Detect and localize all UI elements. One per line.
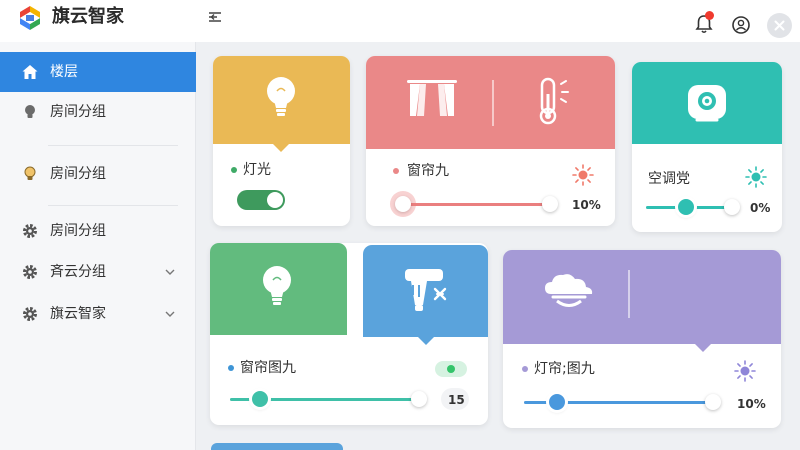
top-bar: 旗云智家 (0, 0, 800, 42)
sidebar-item-label: 斉云分组 (50, 264, 106, 280)
status-dot (228, 365, 234, 371)
slider-start-knob[interactable] (395, 196, 411, 212)
close-button[interactable] (767, 13, 792, 38)
card-notch (418, 337, 434, 345)
lightbulb-icon (25, 105, 35, 118)
sidebar: 楼层 房间分组 房间分组 房间分组 斉云分组 旗云智家 (0, 42, 196, 450)
sidebar-item-label: 房间分组 (50, 104, 106, 120)
notification-badge (705, 11, 714, 20)
card-title: 灯光 (243, 162, 271, 178)
curtain-icon (407, 80, 457, 116)
card-header (213, 56, 350, 144)
slider-knob[interactable] (411, 391, 427, 407)
sidebar-item-room-group-3[interactable]: 房间分组 (0, 211, 196, 251)
sidebar-item-label: 旗云智家 (50, 306, 106, 322)
app-title: 旗云智家 (52, 6, 124, 27)
slider-knob[interactable] (705, 394, 721, 410)
card-notch (695, 344, 711, 352)
toggle-knob (267, 192, 283, 208)
sidebar-item-floor[interactable]: 楼层 (0, 52, 196, 92)
card-header-right (363, 245, 488, 337)
webcam-icon (688, 85, 726, 122)
card-header (366, 56, 615, 149)
sidebar-item-label: 房间分组 (50, 166, 106, 182)
header-divider (628, 270, 630, 318)
device-card-cloud-curtain[interactable]: 灯帘;图九 10% (503, 250, 781, 428)
device-card-light-dryer[interactable]: 窗帘图九 15% (210, 243, 488, 425)
device-card-partial[interactable] (211, 443, 343, 450)
gear-icon (23, 224, 37, 238)
level-value: 0% (750, 201, 771, 215)
sidebar-divider (48, 205, 178, 206)
sidebar-item-room-group-1[interactable]: 房间分组 (0, 92, 196, 132)
card-header (503, 250, 781, 344)
card-title: 窗帘九 (407, 163, 449, 179)
sidebar-item-label: 楼层 (50, 64, 78, 80)
card-title: 窗帘图九 (240, 360, 296, 376)
lightbulb-icon (267, 77, 295, 116)
sidebar-item-smart-home[interactable]: 旗云智家 (0, 294, 196, 334)
sun-icon (572, 164, 594, 186)
card-title: 空调党 (648, 171, 690, 187)
menu-collapse-icon[interactable] (206, 8, 224, 26)
card-notch (273, 144, 289, 152)
sidebar-divider (48, 145, 178, 146)
close-icon (774, 20, 785, 31)
sidebar-item-room-group-2[interactable]: 房间分组 (0, 154, 196, 194)
slider-mid-knob[interactable] (678, 199, 694, 215)
thermometer-icon (539, 77, 569, 125)
chevron-down-icon (165, 311, 175, 317)
level-value: 10% (572, 198, 601, 212)
level-slider-fill (400, 203, 550, 206)
hair-dryer-icon (405, 269, 447, 311)
header-divider (492, 80, 494, 126)
card-header (632, 62, 782, 144)
sun-icon (745, 166, 767, 188)
chevron-down-icon (165, 269, 175, 275)
lightbulb-icon (263, 266, 291, 305)
device-card-light[interactable]: 灯光 (213, 56, 350, 226)
status-dot (231, 167, 237, 173)
sidebar-item-label: 房间分组 (50, 223, 106, 239)
slider-mid-knob[interactable] (549, 394, 565, 410)
power-toggle[interactable] (237, 190, 285, 210)
status-dot (393, 168, 399, 174)
slider-knob[interactable] (724, 199, 740, 215)
gear-icon (23, 307, 37, 321)
home-icon (22, 65, 38, 79)
cloud-lamp-icon (545, 274, 593, 307)
level-value: 10% (737, 397, 766, 411)
status-dot (522, 366, 528, 372)
device-card-ac[interactable]: 空调党 0% (632, 62, 782, 232)
toggle-knob (447, 365, 455, 373)
card-title: 灯帘;图九 (534, 361, 595, 377)
sidebar-item-cloud-group[interactable]: 斉云分组 (0, 252, 196, 292)
level-value: 15% (448, 393, 465, 407)
user-account-icon[interactable] (731, 15, 751, 35)
power-toggle[interactable] (435, 361, 467, 377)
card-header-left (210, 243, 347, 335)
gear-icon (23, 265, 37, 279)
app-logo-icon (20, 6, 40, 30)
sun-icon (734, 360, 756, 382)
slider-mid-knob[interactable] (252, 391, 268, 407)
slider-knob[interactable] (542, 196, 558, 212)
lightbulb-icon (24, 166, 36, 180)
device-card-curtain[interactable]: 窗帘九 10% (366, 56, 615, 226)
